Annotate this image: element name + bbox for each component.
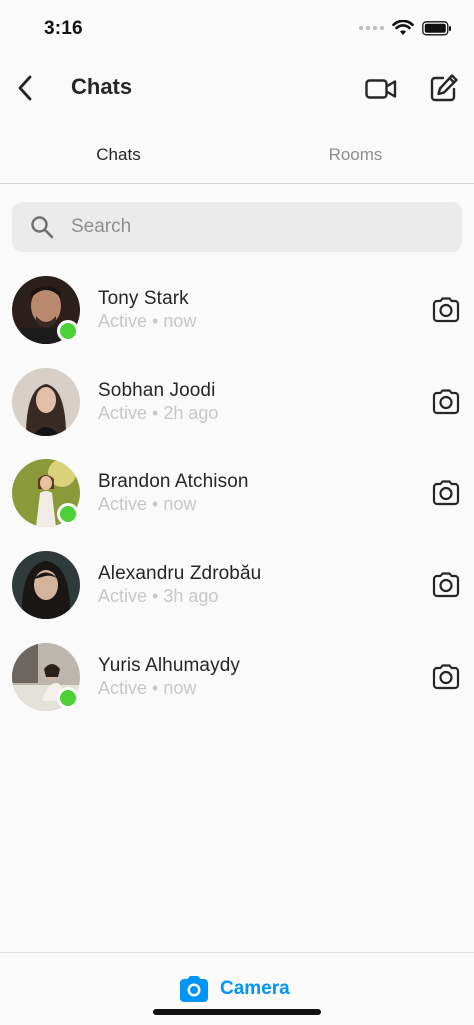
video-camera-icon <box>365 79 397 99</box>
online-indicator <box>57 503 79 526</box>
tab-bar: Chats Rooms <box>0 132 474 184</box>
camera-icon <box>432 572 460 598</box>
chat-row-sobhan-joodi[interactable]: Sobhan Joodi Active • 2h ago <box>0 360 474 452</box>
chat-status: Active • now <box>98 677 197 698</box>
status-icons <box>359 20 452 36</box>
status-bar: 3:16 <box>0 0 474 60</box>
wifi-icon <box>392 20 414 35</box>
camera-tab-label: Camera <box>220 978 290 999</box>
signal-icon <box>359 26 384 30</box>
chevron-left-icon <box>18 75 32 101</box>
compose-icon <box>430 74 458 102</box>
nav-bar: Chats <box>0 60 474 116</box>
camera-button[interactable] <box>430 663 462 691</box>
chat-row-alexandru-zdrobau[interactable]: Alexandru Zdrobău Active • 3h ago <box>0 543 474 635</box>
chat-status: Active • 2h ago <box>98 402 219 423</box>
chat-name: Tony Stark <box>98 288 189 309</box>
status-time: 3:16 <box>44 18 83 39</box>
chat-list: Tony Stark Active • now Sobhan Joodi Act… <box>0 268 474 726</box>
battery-icon <box>422 20 451 35</box>
camera-icon <box>432 664 460 689</box>
search-input[interactable] <box>71 216 431 238</box>
online-indicator <box>57 686 79 709</box>
avatar <box>12 367 80 436</box>
video-call-button[interactable] <box>363 74 399 104</box>
home-indicator <box>153 1009 321 1015</box>
search-icon <box>29 214 55 240</box>
avatar <box>12 551 80 620</box>
chat-row-brandon-atchison[interactable]: Brandon Atchison Active • now <box>0 451 474 543</box>
chat-name: Brandon Atchison <box>98 471 249 493</box>
back-button[interactable] <box>10 72 40 104</box>
chat-status: Active • 3h ago <box>98 586 219 607</box>
tab-chats[interactable]: Chats <box>0 132 237 183</box>
chat-status: Active • now <box>98 311 197 331</box>
camera-button[interactable] <box>430 571 462 599</box>
chat-status: Active • now <box>98 494 197 515</box>
chat-name: Yuris Alhumaydy <box>98 654 240 676</box>
chat-row-tony-stark[interactable]: Tony Stark Active • now <box>0 268 474 360</box>
camera-tab-button[interactable]: Camera <box>178 975 290 1003</box>
chat-name: Alexandru Zdrobău <box>98 563 262 585</box>
camera-icon <box>432 297 460 323</box>
new-message-button[interactable] <box>428 72 460 104</box>
camera-button[interactable] <box>430 479 462 507</box>
chat-name: Sobhan Joodi <box>98 379 216 401</box>
chat-row-yuris-alhumaydy[interactable]: Yuris Alhumaydy Active • now <box>0 635 474 727</box>
camera-icon <box>432 389 460 414</box>
online-indicator <box>57 320 79 342</box>
page-title: Chats <box>71 74 133 99</box>
tab-rooms[interactable]: Rooms <box>237 132 474 183</box>
camera-icon <box>432 480 460 506</box>
search-box[interactable] <box>12 202 462 252</box>
camera-button[interactable] <box>430 388 462 416</box>
camera-filled-icon <box>180 976 208 1002</box>
camera-button[interactable] <box>430 296 462 324</box>
